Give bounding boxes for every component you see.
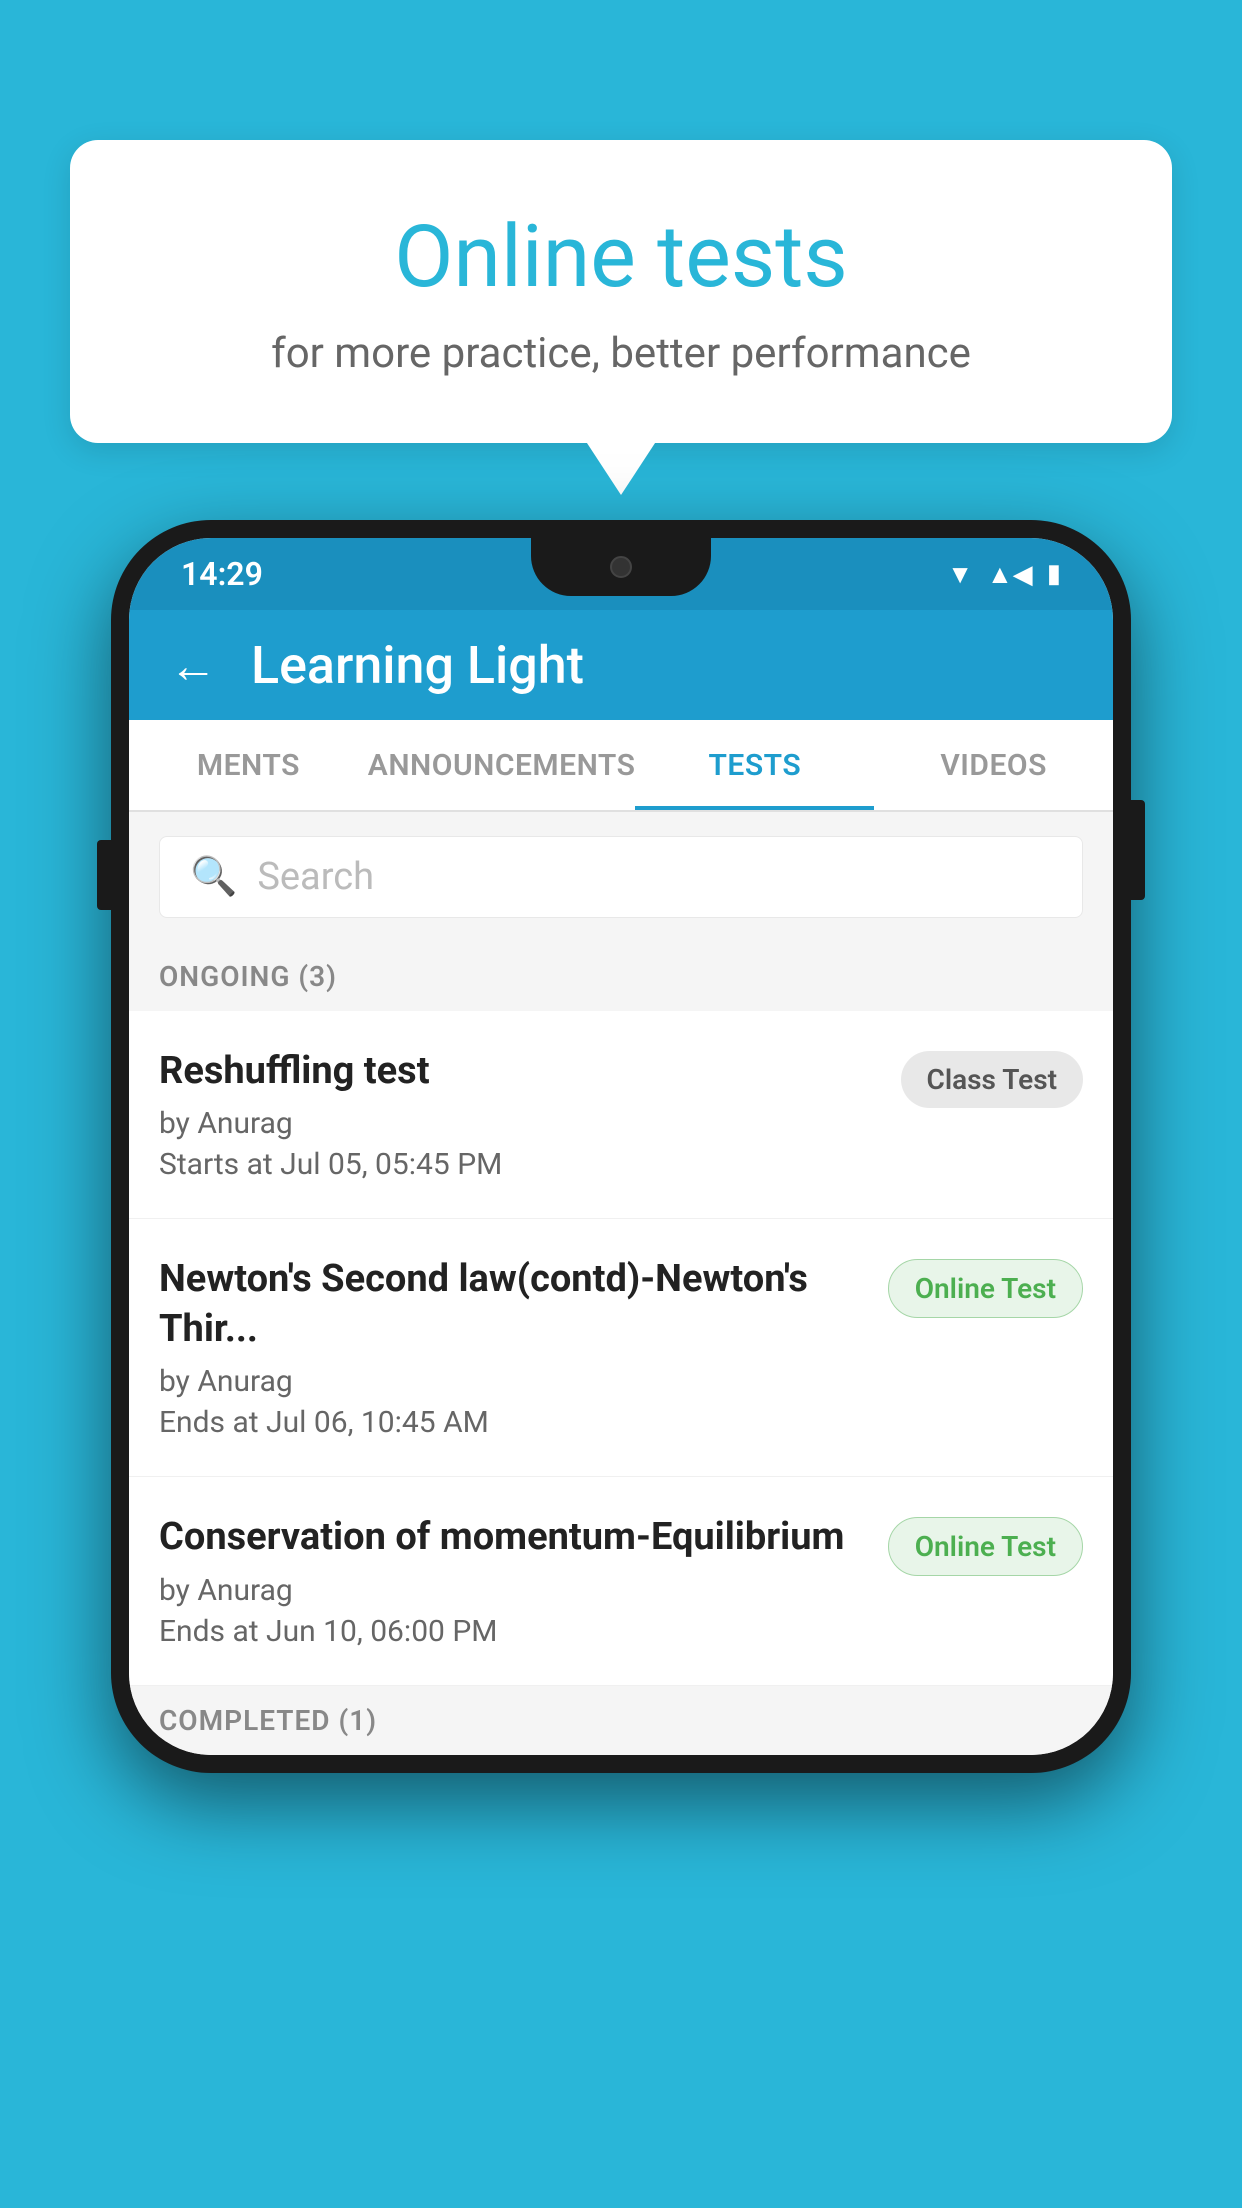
app-bar: ← Learning Light [129,610,1113,720]
ongoing-section-label: ONGOING (3) [129,942,1113,1011]
test-badge-3: Online Test [888,1517,1083,1576]
completed-section-label: COMPLETED (1) [129,1686,1113,1755]
signal-icon: ▲◀ [987,559,1033,590]
test-info-1: Reshuffling test by Anurag Starts at Jul… [159,1047,881,1182]
wifi-icon: ▼ [947,559,973,590]
status-icons: ▼ ▲◀ ▮ [947,559,1061,590]
test-by-2: by Anurag [159,1364,868,1399]
bubble-subtitle: for more practice, better performance [130,329,1112,378]
search-input[interactable]: Search [257,855,374,899]
test-item-3[interactable]: Conservation of momentum-Equilibrium by … [129,1477,1113,1685]
status-bar: 14:29 ▼ ▲◀ ▮ [129,538,1113,610]
phone-inner: 14:29 ▼ ▲◀ ▮ ← Learning Light MENTS ANNO… [129,538,1113,1755]
phone-container: 14:29 ▼ ▲◀ ▮ ← Learning Light MENTS ANNO… [111,520,1131,1773]
tab-announcements[interactable]: ANNOUNCEMENTS [368,720,636,810]
tabs-container: MENTS ANNOUNCEMENTS TESTS VIDEOS [129,720,1113,812]
speech-bubble-container: Online tests for more practice, better p… [70,140,1172,443]
tab-ments[interactable]: MENTS [129,720,368,810]
test-info-3: Conservation of momentum-Equilibrium by … [159,1513,868,1648]
search-bar[interactable]: 🔍 Search [159,836,1083,918]
test-badge-2: Online Test [888,1259,1083,1318]
notch [531,538,711,596]
test-badge-1: Class Test [901,1051,1083,1108]
bubble-title: Online tests [130,210,1112,305]
app-bar-title: Learning Light [251,635,584,696]
status-time: 14:29 [181,555,263,593]
tab-videos[interactable]: VIDEOS [874,720,1113,810]
test-list: Reshuffling test by Anurag Starts at Jul… [129,1011,1113,1686]
test-date-1: Starts at Jul 05, 05:45 PM [159,1147,881,1182]
test-by-1: by Anurag [159,1106,881,1141]
test-item-2[interactable]: Newton's Second law(contd)-Newton's Thir… [129,1219,1113,1477]
camera-dot [610,556,632,578]
test-info-2: Newton's Second law(contd)-Newton's Thir… [159,1255,868,1440]
test-title-2: Newton's Second law(contd)-Newton's Thir… [159,1255,868,1354]
test-by-3: by Anurag [159,1573,868,1608]
speech-bubble: Online tests for more practice, better p… [70,140,1172,443]
back-button[interactable]: ← [169,637,217,694]
tab-tests[interactable]: TESTS [635,720,874,810]
phone-frame: 14:29 ▼ ▲◀ ▮ ← Learning Light MENTS ANNO… [111,520,1131,1773]
test-date-2: Ends at Jul 06, 10:45 AM [159,1405,868,1440]
test-title-3: Conservation of momentum-Equilibrium [159,1513,868,1562]
battery-icon: ▮ [1047,559,1061,589]
test-item[interactable]: Reshuffling test by Anurag Starts at Jul… [129,1011,1113,1219]
search-container: 🔍 Search [129,812,1113,942]
test-title-1: Reshuffling test [159,1047,881,1096]
search-icon: 🔍 [190,855,237,899]
test-date-3: Ends at Jun 10, 06:00 PM [159,1614,868,1649]
